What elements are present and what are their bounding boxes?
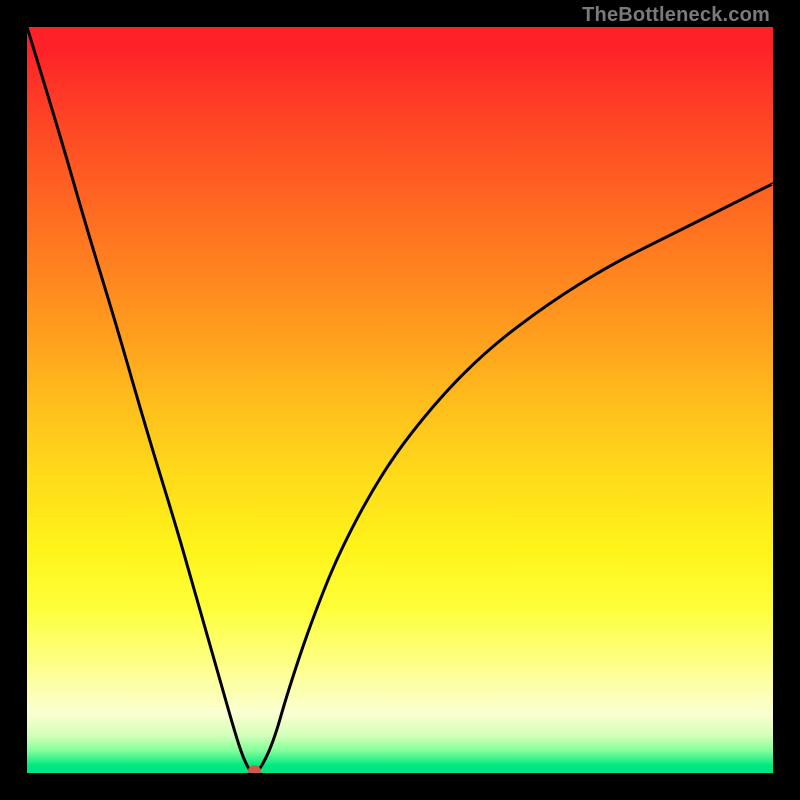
optimal-point-marker — [249, 766, 261, 773]
watermark-text: TheBottleneck.com — [582, 4, 770, 27]
plot-area — [27, 27, 773, 773]
bottleneck-curve — [27, 27, 773, 773]
chart-frame: TheBottleneck.com — [0, 0, 800, 800]
curve-layer — [27, 27, 773, 773]
